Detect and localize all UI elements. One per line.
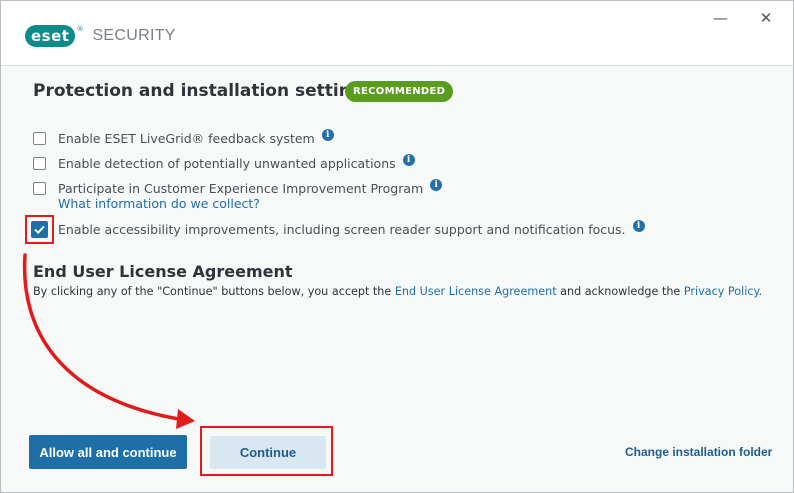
recommended-badge: RECOMMENDED <box>345 81 454 102</box>
checkmark-icon <box>34 225 45 235</box>
info-icon[interactable]: i <box>321 128 334 141</box>
livegrid-checkbox[interactable] <box>33 132 46 145</box>
eula-text-middle: and acknowledge the <box>556 285 684 298</box>
change-installation-folder-link[interactable]: Change installation folder <box>625 445 772 459</box>
installer-window: eset ® SECURITY — ✕ Protection and insta… <box>0 0 794 493</box>
eula-title: End User License Agreement <box>33 262 293 281</box>
what-info-link[interactable]: What information do we collect? <box>58 196 260 211</box>
option-accessibility[interactable]: Enable accessibility improvements, inclu… <box>31 219 645 238</box>
protection-settings-title: Protection and installation settings <box>33 81 374 101</box>
privacy-policy-link[interactable]: Privacy Policy <box>684 285 759 298</box>
info-icon[interactable]: i <box>430 178 443 191</box>
pua-checkbox[interactable] <box>33 157 46 170</box>
eula-text: By clicking any of the "Continue" button… <box>33 285 762 298</box>
eula-text-after: . <box>758 285 763 298</box>
eula-link[interactable]: End User License Agreement <box>395 285 557 298</box>
main-content: Protection and installation settings REC… <box>1 66 793 492</box>
info-icon[interactable]: i <box>402 153 415 166</box>
info-icon[interactable]: i <box>632 219 645 232</box>
ceip-checkbox[interactable] <box>33 182 46 195</box>
eset-logo-badge: eset <box>25 25 76 47</box>
ceip-label: Participate in Customer Experience Impro… <box>58 181 424 196</box>
title-bar: eset ® SECURITY — ✕ <box>1 1 793 65</box>
close-button[interactable]: ✕ <box>759 11 773 26</box>
minimize-button[interactable]: — <box>713 11 728 26</box>
accessibility-checkbox[interactable] <box>31 221 48 238</box>
option-ceip[interactable]: Participate in Customer Experience Impro… <box>33 178 443 196</box>
livegrid-label: Enable ESET LiveGrid® feedback system <box>58 131 315 146</box>
allow-all-continue-button[interactable]: Allow all and continue <box>29 435 187 469</box>
registered-mark: ® <box>76 25 84 33</box>
pua-label: Enable detection of potentially unwanted… <box>58 156 396 171</box>
product-name: SECURITY <box>92 27 176 44</box>
accessibility-label: Enable accessibility improvements, inclu… <box>58 222 626 237</box>
eset-logo: eset ® SECURITY <box>25 25 176 47</box>
continue-button[interactable]: Continue <box>210 436 326 469</box>
option-livegrid[interactable]: Enable ESET LiveGrid® feedback system i <box>33 128 334 146</box>
option-pua-detection[interactable]: Enable detection of potentially unwanted… <box>33 153 415 171</box>
eula-text-before: By clicking any of the "Continue" button… <box>33 285 395 298</box>
